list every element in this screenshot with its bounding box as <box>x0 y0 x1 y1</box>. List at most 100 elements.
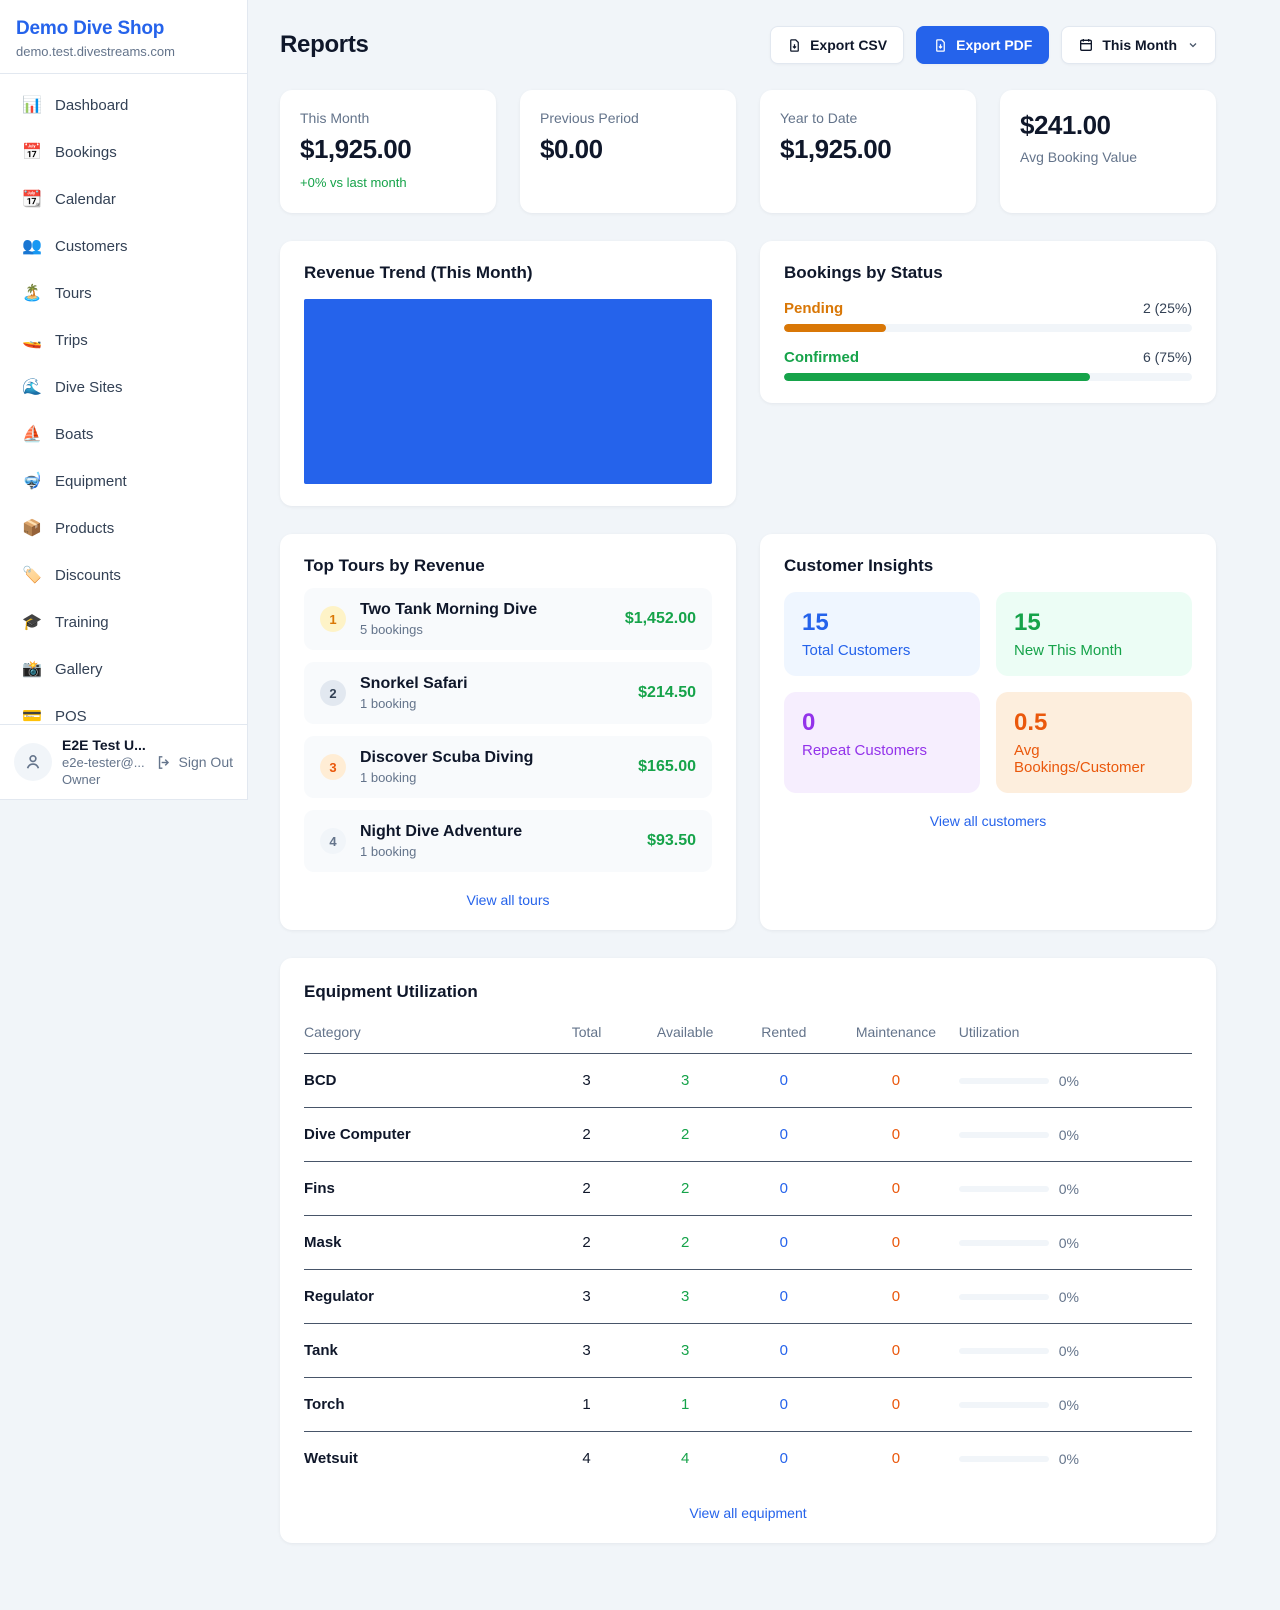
tile-label: Repeat Customers <box>802 742 962 759</box>
cell-available: 2 <box>636 1108 735 1162</box>
user-role: Owner <box>62 772 146 787</box>
sidebar-item-label: Training <box>55 614 109 631</box>
equipment-utilization-title: Equipment Utilization <box>304 982 1192 1002</box>
sidebar-item-dive-sites[interactable]: 🌊Dive Sites <box>10 368 237 406</box>
sign-out-button[interactable]: Sign Out <box>156 754 233 771</box>
status-label: Confirmed <box>784 349 859 366</box>
cell-total: 2 <box>537 1108 636 1162</box>
file-download-icon <box>787 38 802 53</box>
rank-badge: 1 <box>320 606 346 632</box>
sidebar-item-customers[interactable]: 👥Customers <box>10 227 237 265</box>
tile-value: 15 <box>802 609 962 637</box>
utilization-bar <box>959 1078 1049 1084</box>
col-rented: Rented <box>735 1016 834 1054</box>
cell-available: 2 <box>636 1162 735 1216</box>
sidebar-item-label: Dashboard <box>55 97 128 114</box>
tile-value: 15 <box>1014 609 1174 637</box>
export-csv-button[interactable]: Export CSV <box>770 26 904 64</box>
sidebar-item-discounts[interactable]: 🏷️Discounts <box>10 556 237 594</box>
cell-available: 1 <box>636 1378 735 1432</box>
shop-header: Demo Dive Shop demo.test.divestreams.com <box>0 0 247 74</box>
utilization-bar <box>959 1186 1049 1192</box>
cell-maintenance: 0 <box>833 1270 959 1324</box>
status-row-confirmed: Confirmed 6 (75%) <box>784 349 1192 381</box>
sidebar-item-dashboard[interactable]: 📊Dashboard <box>10 86 237 124</box>
sidebar: Demo Dive Shop demo.test.divestreams.com… <box>0 0 248 800</box>
table-row: Regulator 3 3 0 0 0% <box>304 1270 1192 1324</box>
period-label: This Month <box>1102 37 1177 53</box>
sidebar-item-training[interactable]: 🎓Training <box>10 603 237 641</box>
sidebar-item-calendar[interactable]: 📆Calendar <box>10 180 237 218</box>
status-bar-track <box>784 324 1192 332</box>
cell-total: 3 <box>537 1324 636 1378</box>
stat-previous-period: Previous Period $0.00 <box>520 90 736 213</box>
equipment-icon: 🤿 <box>22 471 42 491</box>
period-select[interactable]: This Month <box>1061 26 1216 64</box>
stat-this-month: This Month $1,925.00 +0% vs last month <box>280 90 496 213</box>
export-csv-label: Export CSV <box>810 37 887 53</box>
cell-available: 4 <box>636 1432 735 1486</box>
cell-total: 2 <box>537 1162 636 1216</box>
cell-available: 3 <box>636 1270 735 1324</box>
tour-row: 2 Snorkel Safari 1 booking $214.50 <box>304 662 712 724</box>
customer-insights-title: Customer Insights <box>784 556 1192 576</box>
tile-label: Avg Bookings/Customer <box>1014 742 1174 776</box>
discounts-icon: 🏷️ <box>22 565 42 585</box>
view-all-tours-link[interactable]: View all tours <box>304 892 712 908</box>
user-info: E2E Test U... e2e-tester@... Owner <box>62 737 146 787</box>
tour-row: 4 Night Dive Adventure 1 booking $93.50 <box>304 810 712 872</box>
sidebar-item-label: Gallery <box>55 661 103 678</box>
cell-rented: 0 <box>735 1216 834 1270</box>
utilization-percent: 0% <box>1059 1451 1079 1467</box>
cell-category: Dive Computer <box>304 1108 537 1162</box>
stat-label: This Month <box>300 110 476 126</box>
sidebar-item-equipment[interactable]: 🤿Equipment <box>10 462 237 500</box>
cell-category: Torch <box>304 1378 537 1432</box>
bookings-icon: 📅 <box>22 142 42 162</box>
col-available: Available <box>636 1016 735 1054</box>
cell-category: BCD <box>304 1054 537 1108</box>
utilization-bar <box>959 1294 1049 1300</box>
sign-out-label: Sign Out <box>179 754 233 770</box>
sidebar-item-bookings[interactable]: 📅 Bookings <box>10 133 237 171</box>
sidebar-item-label: Calendar <box>55 191 116 208</box>
view-all-customers-link[interactable]: View all customers <box>784 813 1192 829</box>
cell-rented: 0 <box>735 1270 834 1324</box>
stat-value: $1,925.00 <box>300 134 476 165</box>
table-row: Torch 1 1 0 0 0% <box>304 1378 1192 1432</box>
sidebar-item-gallery[interactable]: 📸Gallery <box>10 650 237 688</box>
sidebar-item-products[interactable]: 📦Products <box>10 509 237 547</box>
user-name: E2E Test U... <box>62 737 146 753</box>
export-pdf-label: Export PDF <box>956 37 1032 53</box>
sidebar-item-trips[interactable]: 🚤Trips <box>10 321 237 359</box>
export-pdf-button[interactable]: Export PDF <box>916 26 1049 64</box>
user-section: E2E Test U... e2e-tester@... Owner Sign … <box>0 724 247 799</box>
stat-label: Avg Booking Value <box>1020 149 1196 165</box>
sidebar-item-boats[interactable]: ⛵Boats <box>10 415 237 453</box>
tile-value: 0 <box>802 709 962 737</box>
sidebar-item-label: Bookings <box>55 144 117 161</box>
insights-row: Top Tours by Revenue 1 Two Tank Morning … <box>280 534 1216 930</box>
tour-bookings: 1 booking <box>360 770 624 785</box>
cell-total: 2 <box>537 1216 636 1270</box>
stat-value: $0.00 <box>540 134 716 165</box>
shop-subdomain: demo.test.divestreams.com <box>16 44 231 59</box>
sidebar-item-tours[interactable]: 🏝️Tours <box>10 274 237 312</box>
cell-available: 3 <box>636 1324 735 1378</box>
cell-rented: 0 <box>735 1108 834 1162</box>
view-all-equipment-link[interactable]: View all equipment <box>304 1505 1192 1521</box>
utilization-percent: 0% <box>1059 1289 1079 1305</box>
table-row: Mask 2 2 0 0 0% <box>304 1216 1192 1270</box>
revenue-trend-card: Revenue Trend (This Month) <box>280 241 736 506</box>
stat-delta: +0% vs last month <box>300 175 476 190</box>
status-count: 6 (75%) <box>1143 349 1192 365</box>
cell-rented: 0 <box>735 1162 834 1216</box>
top-tours-title: Top Tours by Revenue <box>304 556 712 576</box>
tour-name: Snorkel Safari <box>360 675 624 693</box>
cell-rented: 0 <box>735 1378 834 1432</box>
table-row: Tank 3 3 0 0 0% <box>304 1324 1192 1378</box>
stat-avg-booking-value: $241.00 Avg Booking Value <box>1000 90 1216 213</box>
tour-row: 3 Discover Scuba Diving 1 booking $165.0… <box>304 736 712 798</box>
trips-icon: 🚤 <box>22 330 42 350</box>
tour-bookings: 1 booking <box>360 844 633 859</box>
